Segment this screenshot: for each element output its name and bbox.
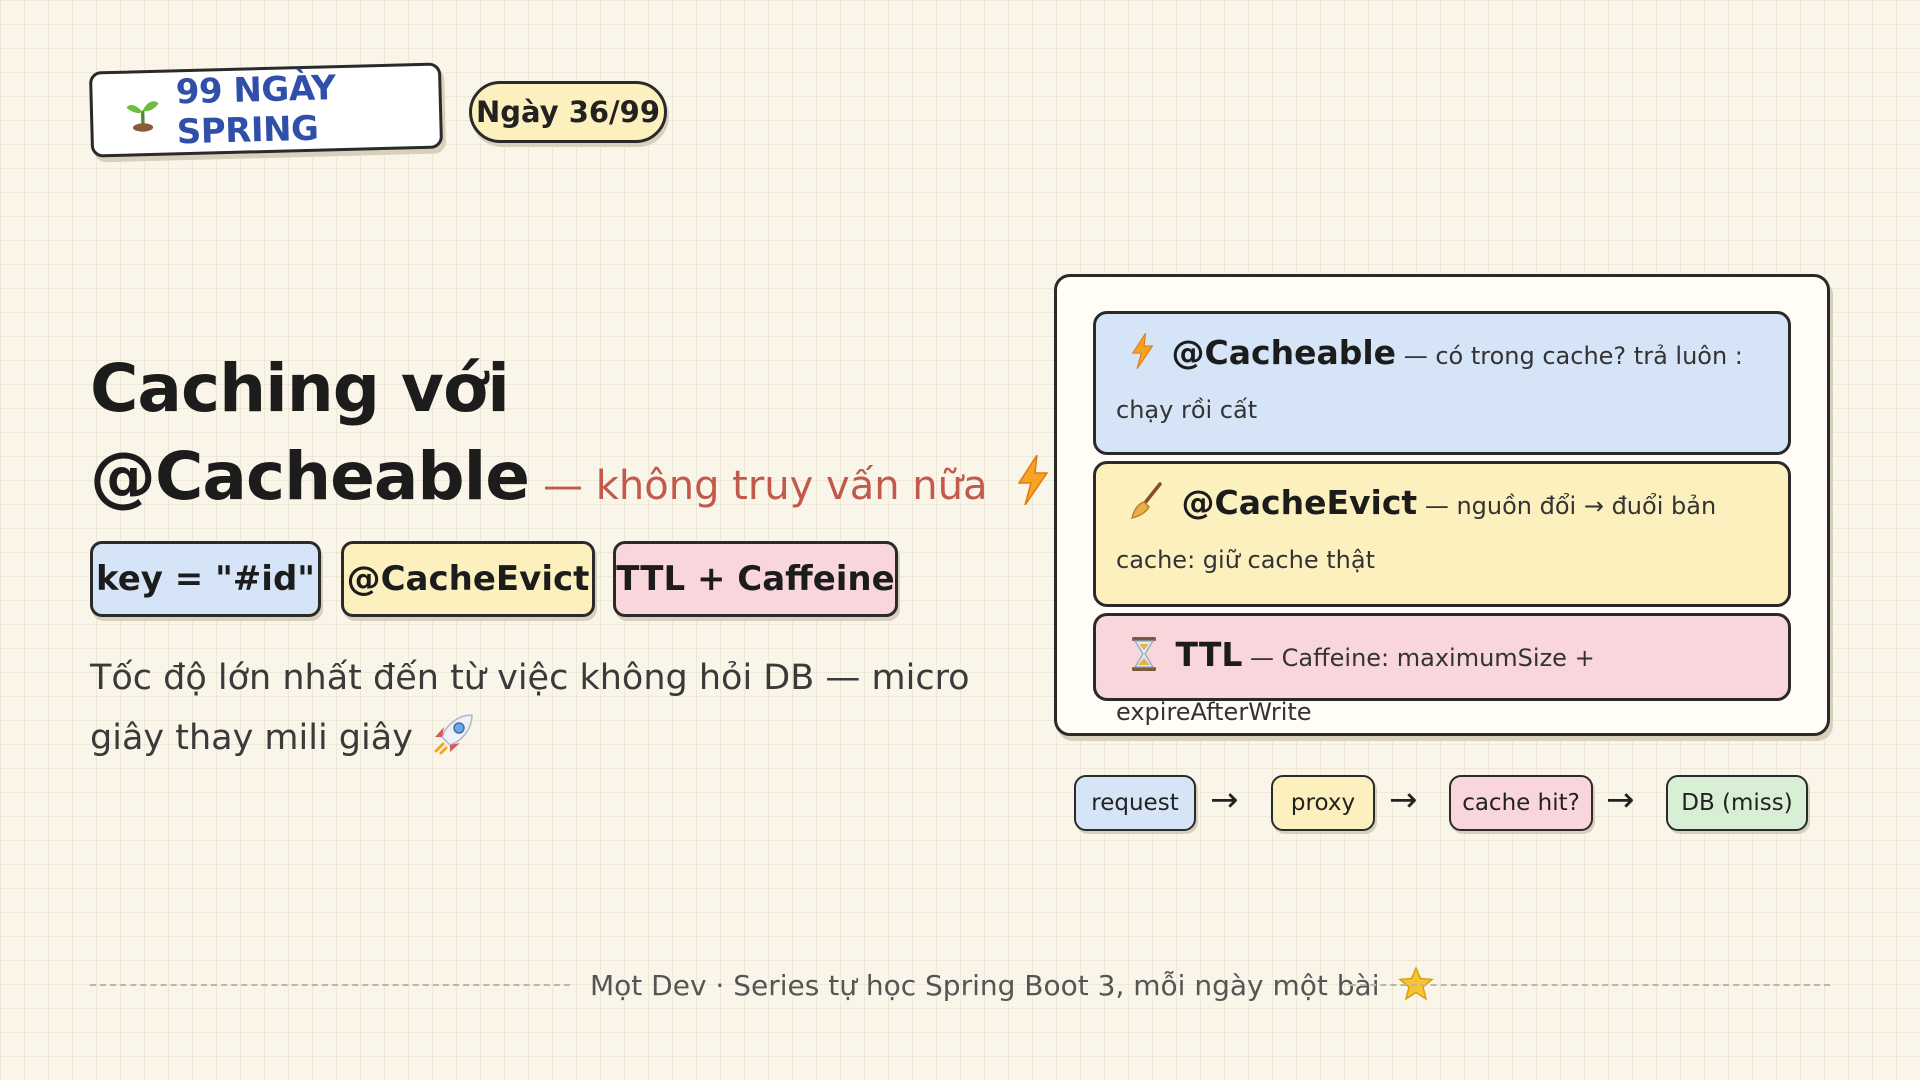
flow-arrow: → [1210, 780, 1239, 820]
footer-divider-right [1350, 984, 1830, 986]
broom-icon [1130, 482, 1174, 522]
description: Tốc độ lớn nhất đến từ việc không hỏi DB… [90, 648, 970, 768]
concept-card-ttl: TTL — Caffeine: maximumSize + expireAfte… [1093, 613, 1791, 726]
page-subtitle: — không truy vấn nữa [543, 463, 988, 509]
tag-cache-evict: @CacheEvict [341, 541, 595, 617]
series-brand-badge: 99 NGÀY SPRING [88, 62, 444, 158]
lightning-icon [1017, 454, 1049, 506]
concept-card-cacheevict: @CacheEvict — nguồn đổi → đuổi bản cache… [1093, 461, 1791, 607]
concept-keyword: @CacheEvict [1181, 483, 1418, 522]
page-title-line1: Caching với [90, 350, 510, 427]
day-counter-badge: Ngày 36/99 [469, 81, 667, 143]
page-title-line2: @Cacheable — không truy vấn nữa [90, 444, 1049, 510]
flow-step-cache-hit: cache hit? [1449, 775, 1593, 831]
concept-keyword: TTL [1175, 635, 1243, 674]
concept-card-cacheable: @Cacheable — có trong cache? trả luôn : … [1093, 311, 1791, 455]
series-brand-label: 99 NGÀY SPRING [175, 68, 336, 153]
flow-step-db-miss: DB (miss) [1666, 775, 1808, 831]
flow-arrow: → [1389, 780, 1418, 820]
flow-step-request: request [1074, 775, 1196, 831]
flow-step-proxy: proxy [1271, 775, 1375, 831]
concept-keyword: @Cacheable [1171, 333, 1397, 372]
tag-cache-key: key = "#id" [90, 541, 321, 617]
description-text: Tốc độ lớn nhất đến từ việc không hỏi DB… [90, 658, 970, 758]
lightning-icon [1130, 333, 1164, 372]
hourglass-icon [1130, 637, 1168, 674]
sprout-icon [126, 101, 159, 132]
rocket-icon [434, 714, 473, 755]
footer-divider-left [90, 984, 570, 986]
flow-arrow: → [1606, 780, 1635, 820]
cache-concepts-panel: @Cacheable — có trong cache? trả luôn : … [1054, 274, 1830, 736]
footer-text: Mọt Dev · Series tự học Spring Boot 3, m… [590, 969, 1380, 1002]
page-title-accent: @Cacheable [90, 438, 530, 515]
footer: Mọt Dev · Series tự học Spring Boot 3, m… [590, 966, 1435, 1002]
tag-ttl-caffeine: TTL + Caffeine [613, 541, 898, 617]
